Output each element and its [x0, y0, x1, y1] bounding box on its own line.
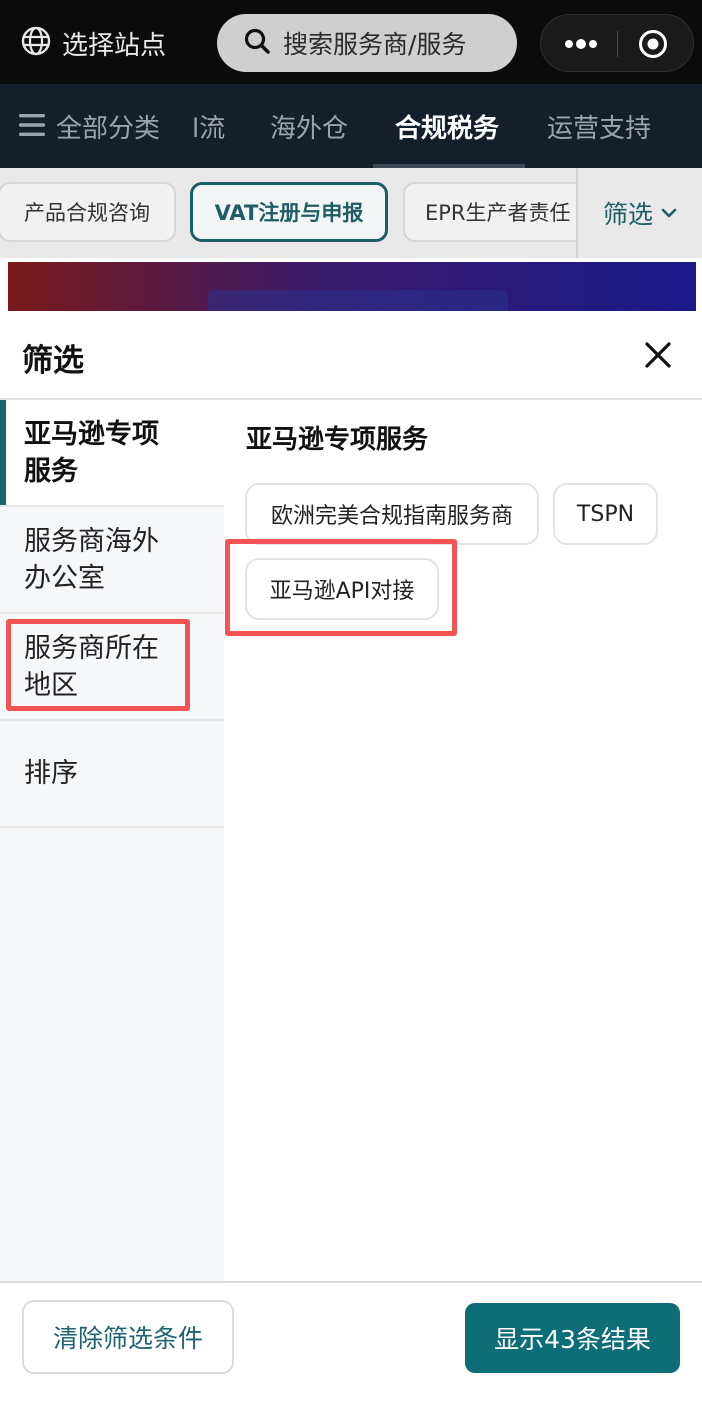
filter-section-title: 亚马逊专项服务: [246, 425, 429, 455]
chip-product-compliance[interactable]: 产品合规咨询: [0, 182, 176, 242]
category-tab-operations-support[interactable]: 运营支持: [547, 108, 651, 145]
all-categories-label: 全部分类: [56, 114, 161, 144]
clear-filters-button[interactable]: 清除筛选条件: [22, 1300, 234, 1374]
category-tab-logistics[interactable]: l流: [192, 108, 225, 145]
sidebar-item-label: 服务商海外办公室: [24, 525, 159, 594]
sidebar-item-sort[interactable]: 排序: [0, 721, 224, 828]
highlight-box-api-option: [225, 539, 457, 636]
site-selector-label: 选择站点: [62, 30, 167, 61]
filter-sheet: 筛选 亚马逊专项服务 服务商海外办公室 服务商所在地区 排序 亚马逊专项服务 欧…: [0, 311, 702, 1414]
sidebar-item-amazon-services[interactable]: 亚马逊专项服务: [0, 400, 224, 507]
filter-toggle-button[interactable]: 筛选: [576, 168, 702, 258]
highlight-box-region-item: [6, 619, 190, 711]
more-icon[interactable]: [563, 33, 599, 55]
search-input[interactable]: 搜索服务商/服务: [217, 14, 517, 72]
show-results-button[interactable]: 显示43条结果: [465, 1303, 680, 1373]
category-nav: 全部分类 l流 海外仓 合规税务 运营支持: [0, 84, 702, 168]
sidebar-item-overseas-office[interactable]: 服务商海外办公室: [0, 507, 224, 614]
all-categories-button[interactable]: 全部分类: [18, 108, 160, 145]
filter-toggle-label: 筛选: [602, 200, 653, 229]
sidebar-item-label: 排序: [24, 758, 78, 789]
footer-divider: [0, 1281, 702, 1283]
sidebar-item-label: 亚马逊专项服务: [24, 418, 159, 487]
close-icon[interactable]: [642, 339, 674, 371]
close-miniprogram-icon[interactable]: [637, 28, 669, 60]
chip-vat-registration[interactable]: VAT注册与申报: [190, 182, 388, 242]
option-tspn[interactable]: TSPN: [553, 483, 658, 545]
site-selector[interactable]: 选择站点: [20, 24, 166, 62]
filter-sheet-title: 筛选: [22, 343, 84, 379]
top-bar: 选择站点 搜索服务商/服务: [0, 0, 702, 84]
search-placeholder: 搜索服务商/服务: [283, 30, 467, 59]
capsule-divider: [617, 31, 618, 57]
promo-banner: [8, 262, 696, 312]
miniprogram-capsule: [540, 14, 694, 72]
banner-artwork: [208, 290, 508, 312]
menu-icon: [18, 112, 46, 142]
option-eu-compliance-guide[interactable]: 欧洲完美合规指南服务商: [245, 483, 539, 545]
globe-icon: [20, 25, 52, 61]
category-tab-overseas-warehouse[interactable]: 海外仓: [270, 108, 348, 145]
search-icon: [243, 27, 271, 59]
category-tab-compliance-tax[interactable]: 合规税务: [395, 108, 499, 145]
chevron-down-icon: [661, 204, 677, 223]
subcategory-chip-row: 产品合规咨询 VAT注册与申报 EPR生产者责任 筛选: [0, 168, 702, 258]
filter-sidebar: 亚马逊专项服务 服务商海外办公室 服务商所在地区 排序: [0, 400, 224, 1281]
